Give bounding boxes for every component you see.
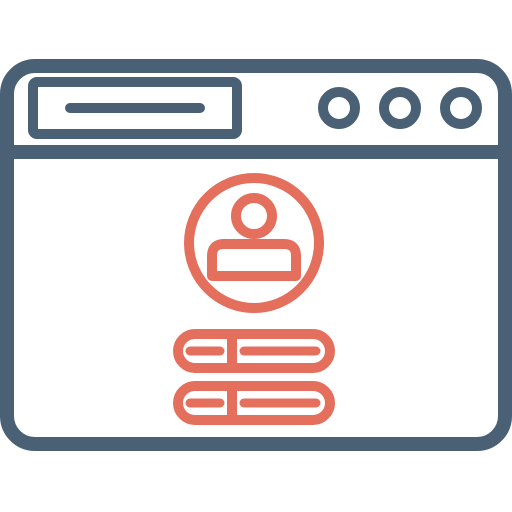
window-control-button-3 bbox=[440, 87, 482, 129]
window-control-button-2 bbox=[379, 87, 421, 129]
window-control-button-1 bbox=[318, 87, 360, 129]
icon-stage bbox=[0, 0, 512, 512]
user-shoulders-icon bbox=[207, 239, 301, 281]
browser-window-user-profile-login-icon bbox=[0, 59, 512, 451]
user-head-icon bbox=[231, 193, 277, 239]
